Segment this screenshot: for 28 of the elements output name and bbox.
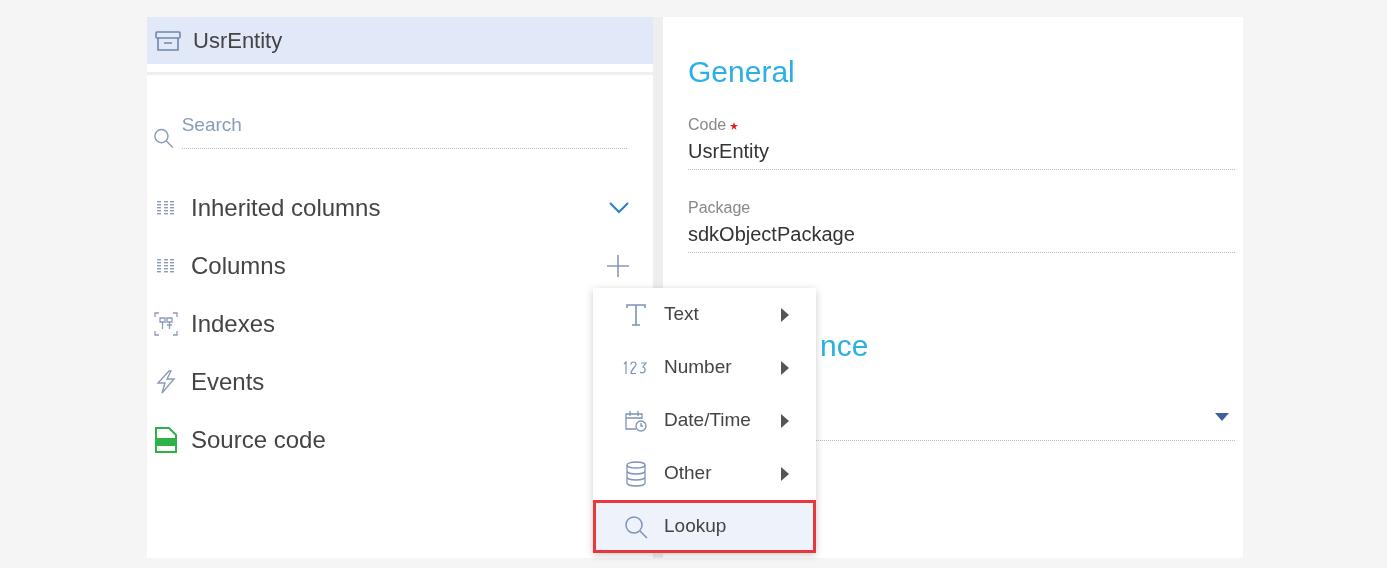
list-icon xyxy=(157,258,175,273)
field-value: UsrEntity xyxy=(688,139,771,164)
text-type-icon xyxy=(626,303,646,326)
form-field[interactable]: Code UsrEntity xyxy=(688,113,1235,170)
field-value: sdkObjectPackage xyxy=(688,222,856,247)
number-type-icon xyxy=(622,360,650,375)
menu-item[interactable]: Lookup xyxy=(593,500,816,553)
index-icon xyxy=(153,310,179,337)
lightning-icon xyxy=(155,369,177,394)
database-icon xyxy=(625,460,647,487)
entity-title: UsrEntity xyxy=(193,27,283,55)
section-item[interactable]: Inherited columns xyxy=(147,178,653,237)
field-label: Code xyxy=(688,116,727,133)
form-field[interactable]: Package sdkObjectPackage xyxy=(688,196,1235,253)
field-label: Package xyxy=(688,199,751,216)
search-field[interactable]: Search xyxy=(181,111,627,149)
chevron-down-icon[interactable] xyxy=(609,201,629,214)
entity-header[interactable]: UsrEntity xyxy=(147,17,653,64)
calendar-clock-icon xyxy=(624,408,648,433)
section-heading: General xyxy=(688,54,796,90)
section-heading: nce xyxy=(820,328,870,364)
archive-icon xyxy=(155,30,181,51)
plus-icon[interactable] xyxy=(607,254,629,277)
code-file-icon xyxy=(155,426,177,453)
list-icon xyxy=(157,200,175,215)
search-icon xyxy=(153,126,174,149)
search-icon xyxy=(624,514,648,539)
caret-down-icon xyxy=(1215,413,1229,421)
